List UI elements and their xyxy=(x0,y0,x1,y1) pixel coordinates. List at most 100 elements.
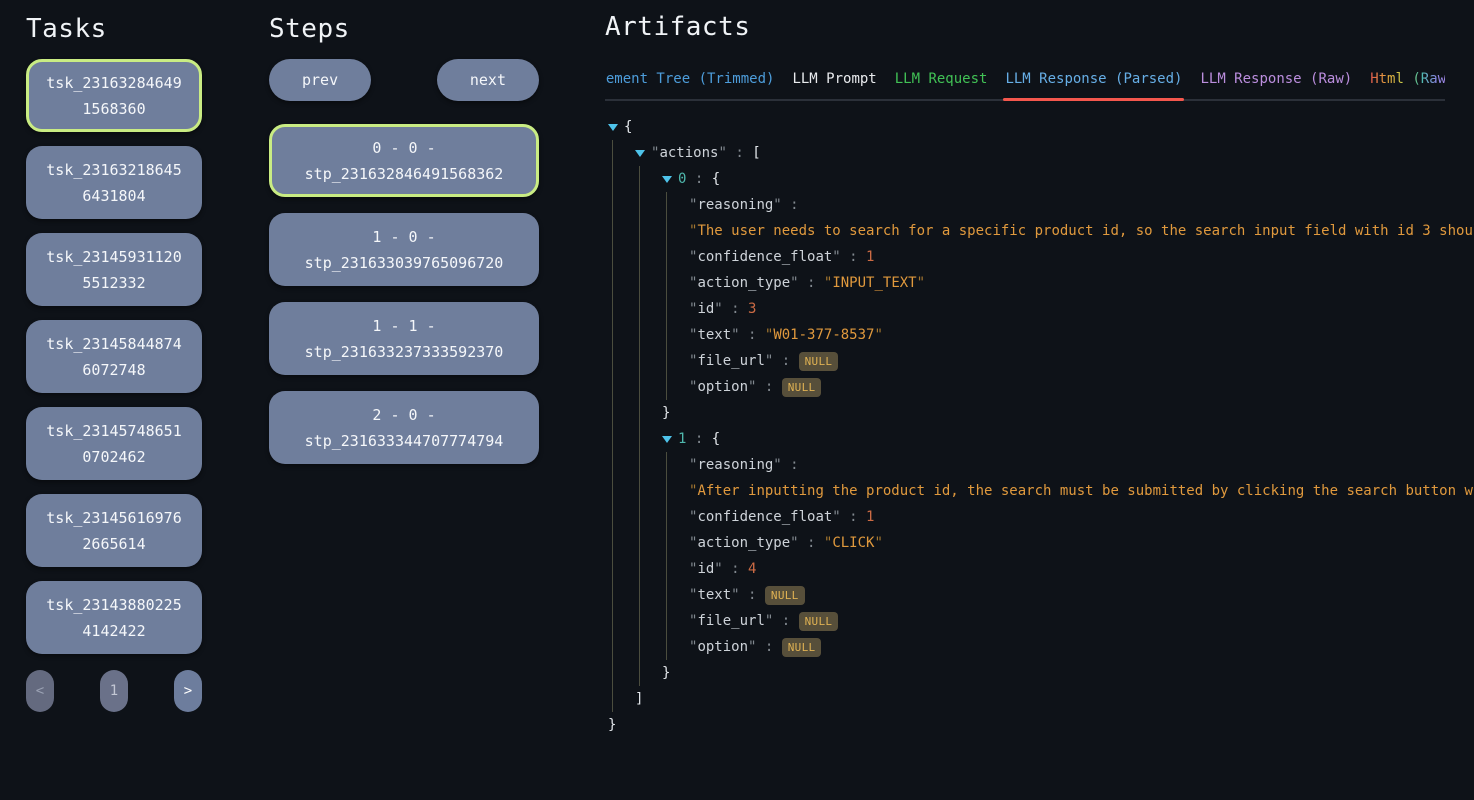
task-button[interactable]: tsk_231632846491568360 xyxy=(26,59,202,132)
json-line: "text" : NULL xyxy=(608,582,1445,608)
indent-guide xyxy=(635,220,662,242)
null-badge: NULL xyxy=(765,586,805,605)
task-button[interactable]: tsk_231456169762665614 xyxy=(26,494,202,567)
indent-guide xyxy=(635,636,662,658)
steps-prev-button[interactable]: prev xyxy=(269,59,371,101)
task-id-label: tsk_231459311205512332 xyxy=(43,244,185,296)
json-line: "file_url" : NULL xyxy=(608,348,1445,374)
json-key: actions xyxy=(659,142,718,164)
indent-guide xyxy=(635,532,662,554)
json-colon: : xyxy=(740,584,765,606)
step-button[interactable]: 0 - 0 - stp_231632846491568362 xyxy=(269,124,539,197)
indent-guide xyxy=(662,220,689,242)
indent-guide xyxy=(635,350,662,372)
json-line: "option" : NULL xyxy=(608,374,1445,400)
json-punctuation: } xyxy=(662,662,670,684)
indent-guide xyxy=(635,558,662,580)
indent-guide xyxy=(608,584,635,606)
collapse-toggle-icon[interactable] xyxy=(662,176,672,183)
task-button[interactable]: tsk_231632186456431804 xyxy=(26,146,202,219)
task-button[interactable]: tsk_231459311205512332 xyxy=(26,233,202,306)
collapse-toggle-icon[interactable] xyxy=(635,150,645,157)
task-button[interactable]: tsk_231457486510702462 xyxy=(26,407,202,480)
indent-guide xyxy=(635,454,662,476)
json-colon: : xyxy=(686,168,711,190)
indent-guide xyxy=(608,636,635,658)
json-line: "The user needs to search for a specific… xyxy=(608,218,1445,244)
tab-html-raw[interactable]: Html (Raw) xyxy=(1370,71,1445,101)
json-key: option xyxy=(697,376,748,398)
task-id-label: tsk_231456169762665614 xyxy=(43,505,185,557)
json-punctuation: { xyxy=(712,428,720,450)
json-key: action_type xyxy=(697,532,790,554)
indent-guide xyxy=(608,480,635,502)
json-number-value: 1 xyxy=(866,506,874,528)
json-colon: : xyxy=(723,298,748,320)
indent-guide xyxy=(662,194,689,216)
indent-guide xyxy=(608,350,635,372)
collapse-toggle-icon[interactable] xyxy=(662,436,672,443)
json-line: "action_type" : "INPUT_TEXT" xyxy=(608,270,1445,296)
json-colon: : xyxy=(799,532,824,554)
indent-guide xyxy=(635,506,662,528)
step-prefix-label: 1 - 0 - xyxy=(372,224,435,250)
indent-guide xyxy=(635,376,662,398)
step-prefix-label: 2 - 0 - xyxy=(372,402,435,428)
tab-llm-response-parsed[interactable]: LLM Response (Parsed) xyxy=(1005,71,1182,101)
tab-llm-request[interactable]: LLM Request xyxy=(895,71,988,101)
json-viewer: {"actions" : [0 : {"reasoning" :"The use… xyxy=(605,114,1445,738)
indent-guide xyxy=(662,610,689,632)
json-key: reasoning xyxy=(697,194,773,216)
indent-guide xyxy=(608,246,635,268)
artifacts-tabbar: Element Tree (Trimmed) LLM Prompt LLM Requ… xyxy=(605,64,1445,101)
tab-llm-response-raw[interactable]: LLM Response (Raw) xyxy=(1200,71,1352,101)
step-button[interactable]: 1 - 1 - stp_231633237333592370 xyxy=(269,302,539,375)
indent-guide xyxy=(608,324,635,346)
json-line: } xyxy=(608,400,1445,426)
task-id-label: tsk_231438802254142422 xyxy=(43,592,185,644)
task-list: tsk_231632846491568360 tsk_2316321864564… xyxy=(26,59,202,654)
indent-guide xyxy=(635,584,662,606)
task-button[interactable]: tsk_231438802254142422 xyxy=(26,581,202,654)
step-button[interactable]: 2 - 0 - stp_231633344707774794 xyxy=(269,391,539,464)
indent-guide xyxy=(608,532,635,554)
indent-guide xyxy=(662,298,689,320)
task-button[interactable]: tsk_231458448746072748 xyxy=(26,320,202,393)
step-prefix-label: 1 - 1 - xyxy=(372,313,435,339)
pagination-page-button[interactable]: 1 xyxy=(100,670,128,712)
json-line: } xyxy=(608,660,1445,686)
step-id-label: stp_231633344707774794 xyxy=(305,428,504,454)
json-key: confidence_float xyxy=(697,246,832,268)
json-line: ] xyxy=(608,686,1445,712)
indent-guide xyxy=(608,298,635,320)
indent-guide xyxy=(662,350,689,372)
tab-element-tree-trimmed[interactable]: Element Tree (Trimmed) xyxy=(605,71,774,101)
json-line: 0 : { xyxy=(608,166,1445,192)
json-colon: : xyxy=(740,324,765,346)
indent-guide xyxy=(608,506,635,528)
json-line: "After inputting the product id, the sea… xyxy=(608,478,1445,504)
pagination-next-button[interactable]: > xyxy=(174,670,202,712)
indent-guide xyxy=(635,324,662,346)
json-colon: : xyxy=(756,376,781,398)
tab-llm-prompt[interactable]: LLM Prompt xyxy=(792,71,876,101)
step-button[interactable]: 1 - 0 - stp_231633039765096720 xyxy=(269,213,539,286)
json-key: text xyxy=(697,584,731,606)
indent-guide xyxy=(635,402,662,424)
tasks-title: Tasks xyxy=(26,14,202,44)
json-key: option xyxy=(697,636,748,658)
json-key: reasoning xyxy=(697,454,773,476)
steps-next-button[interactable]: next xyxy=(437,59,539,101)
indent-guide xyxy=(608,662,635,684)
pagination-prev-button[interactable]: < xyxy=(26,670,54,712)
indent-guide xyxy=(635,272,662,294)
indent-guide xyxy=(662,532,689,554)
json-punctuation: } xyxy=(662,402,670,424)
json-colon: : xyxy=(773,350,798,372)
json-punctuation: } xyxy=(608,714,616,736)
collapse-toggle-icon[interactable] xyxy=(608,124,618,131)
indent-guide xyxy=(662,558,689,580)
indent-guide xyxy=(635,662,662,684)
indent-guide xyxy=(608,272,635,294)
json-line: "option" : NULL xyxy=(608,634,1445,660)
